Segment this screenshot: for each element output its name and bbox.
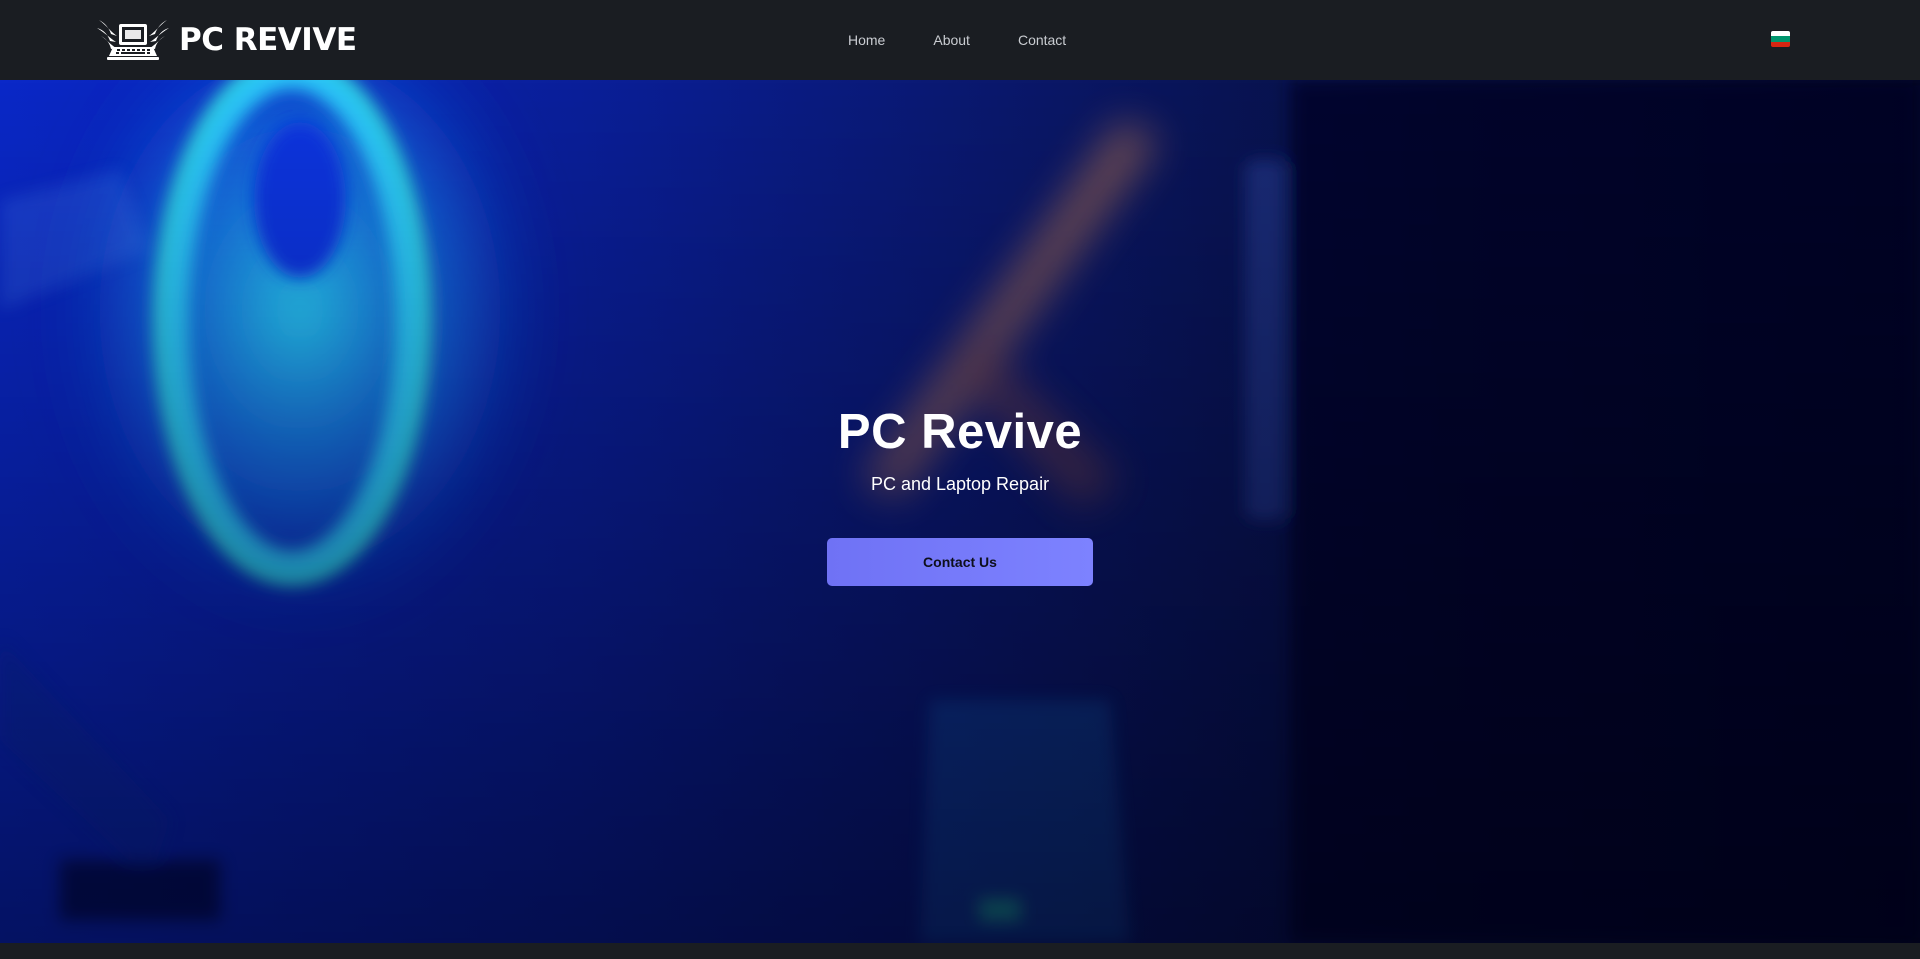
brand-logo[interactable]: PC REVIVE [95, 14, 357, 66]
hero-title: PC Revive [837, 405, 1083, 459]
winged-laptop-icon [97, 20, 169, 60]
top-navbar: PC REVIVE Home About Contact [0, 0, 1920, 80]
hero-section: PC Revive PC and Laptop Repair Contact U… [0, 80, 1920, 943]
hero-subtitle: PC and Laptop Repair [870, 474, 1050, 494]
page-bottom-strip [0, 943, 1920, 959]
contact-us-button[interactable]: Contact Us [827, 538, 1093, 586]
nav-link-home[interactable]: Home [848, 30, 885, 50]
nav-link-contact[interactable]: Contact [1018, 30, 1066, 50]
bulgarian-flag-icon[interactable] [1771, 31, 1790, 47]
nav-link-about[interactable]: About [933, 30, 970, 50]
brand-name: PC REVIVE [179, 21, 357, 58]
main-nav: Home About Contact [848, 30, 1066, 50]
hero-background-image [0, 80, 1920, 943]
